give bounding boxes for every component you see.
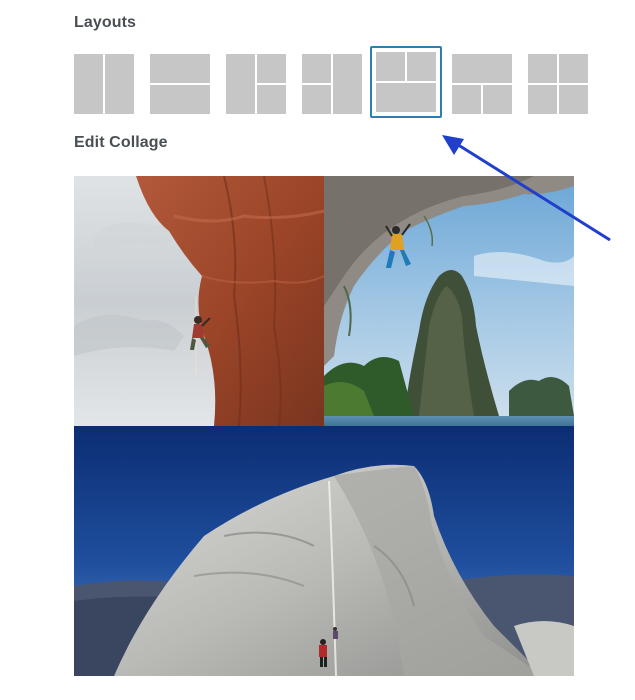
- layout-tile: [333, 54, 362, 114]
- layout-tile: [302, 54, 331, 83]
- layout-tile: [74, 54, 103, 114]
- layout-option-four-grid[interactable]: [528, 54, 588, 114]
- layout-option-top-row-bottom-split[interactable]: [452, 54, 512, 114]
- layout-tile: [528, 54, 557, 83]
- layout-tile: [452, 85, 481, 114]
- collage-canvas: [74, 176, 574, 676]
- layout-tile: [528, 85, 557, 114]
- layout-tile: [302, 85, 331, 114]
- layout-option-left-split-right-column[interactable]: [302, 54, 362, 114]
- layout-tile: [407, 52, 436, 81]
- layouts-heading: Layouts: [74, 14, 137, 31]
- overhang-climber-photo[interactable]: [324, 176, 574, 426]
- layout-option-top-split-bottom-row[interactable]: [370, 46, 442, 118]
- layout-options: [74, 46, 594, 118]
- layout-tile: [559, 85, 588, 114]
- layout-option-two-rows[interactable]: [150, 54, 210, 114]
- collage-editor: Layouts Edit Collage: [0, 0, 635, 700]
- layout-tile: [559, 54, 588, 83]
- layout-tile: [257, 54, 286, 83]
- cliff-climber-photo[interactable]: [74, 176, 324, 426]
- layout-option-two-columns[interactable]: [74, 54, 134, 114]
- edit-collage-heading: Edit Collage: [74, 134, 168, 151]
- layout-tile: [376, 83, 436, 112]
- layout-tile: [376, 52, 405, 81]
- layout-tile: [150, 85, 210, 114]
- layout-tile: [452, 54, 512, 83]
- layout-tile: [257, 85, 286, 114]
- layout-tile: [226, 54, 255, 114]
- half-dome-photo[interactable]: [74, 426, 574, 676]
- layout-tile: [105, 54, 134, 114]
- layout-tile: [483, 85, 512, 114]
- layout-tile: [150, 54, 210, 83]
- layout-option-left-column-right-split[interactable]: [226, 54, 286, 114]
